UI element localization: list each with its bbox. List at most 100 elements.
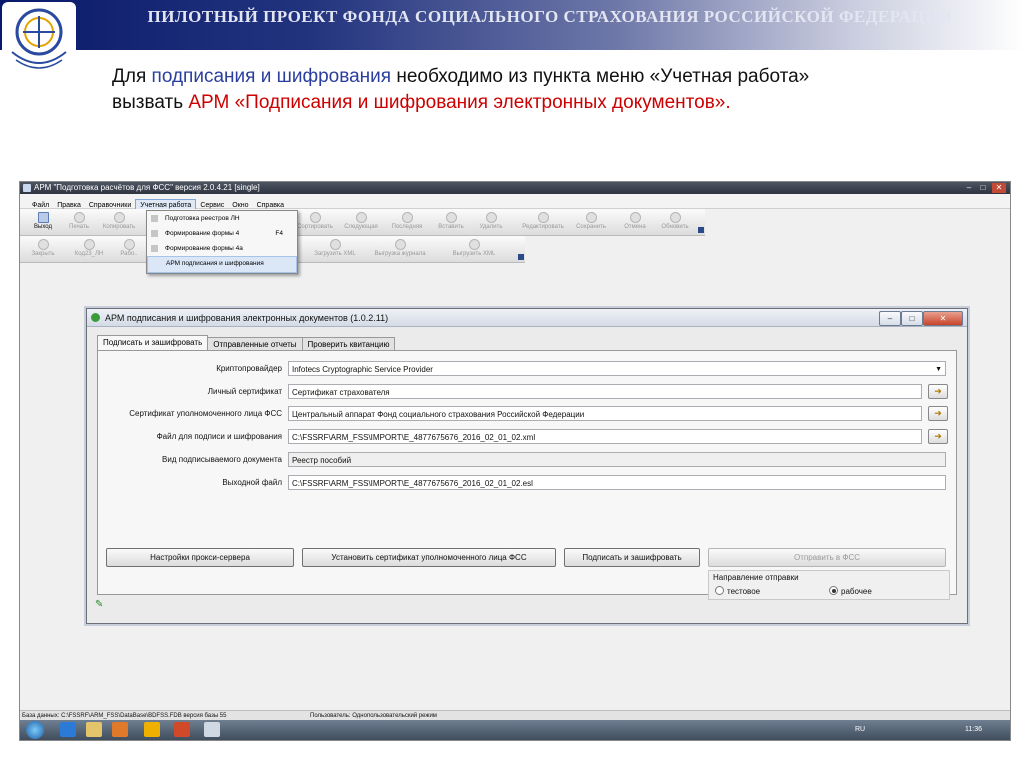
- print-icon: [73, 212, 85, 223]
- form4-shortcut: F4: [275, 230, 283, 237]
- toolbar-code23-button[interactable]: Код23_ЛН: [70, 238, 108, 260]
- toolbar-delete-button[interactable]: Удалить: [472, 211, 510, 233]
- tray-clock: 11:36: [965, 726, 982, 733]
- crypto-provider-select[interactable]: Infotecs Cryptographic Service Provider ▼: [288, 361, 946, 376]
- radio-production[interactable]: рабочее: [829, 586, 872, 596]
- fss-cert-label: Сертификат уполномоченного лица ФСС: [129, 409, 282, 418]
- instruction-arm-name: АРМ «Подписания и шифрования электронных…: [188, 92, 731, 113]
- personal-cert-browse-button[interactable]: ➜: [928, 384, 948, 399]
- fss-cert-browse-button[interactable]: ➜: [928, 406, 948, 421]
- next-icon: [355, 212, 367, 223]
- proxy-settings-button[interactable]: Настройки прокси-сервера: [106, 548, 294, 567]
- dialog-close-button[interactable]: ✕: [923, 311, 963, 326]
- doc-type-field: Реестр пособий: [288, 452, 946, 467]
- exit-icon: [37, 212, 49, 223]
- cancel-icon: [629, 212, 641, 223]
- personal-cert-label: Личный сертификат: [207, 387, 282, 396]
- instruction-part-1: Для: [112, 66, 152, 87]
- start-button[interactable]: [26, 721, 44, 739]
- slide-title: ПИЛОТНЫЙ ПРОЕКТ ФОНДА СОЦИАЛЬНОГО СТРАХО…: [147, 7, 953, 26]
- fss-logo: [2, 2, 76, 76]
- tray-language[interactable]: RU: [855, 720, 865, 740]
- firefox-icon[interactable]: [112, 722, 128, 737]
- personal-cert-field[interactable]: Сертификат страхователя: [288, 384, 922, 399]
- toolbar-cancel-button[interactable]: Отмена: [616, 211, 654, 233]
- registers-icon: [151, 215, 158, 222]
- toolbar-work-button[interactable]: Рабо..: [116, 238, 142, 260]
- toolbar-refresh-button[interactable]: Обновить: [656, 211, 694, 233]
- toolbar-edit-button[interactable]: Редактировать: [518, 211, 568, 233]
- export-xml-icon: [468, 239, 480, 250]
- sign-encrypt-button[interactable]: Подписать и зашифровать: [564, 548, 700, 567]
- dropdown-item-form4a[interactable]: Формирование формы 4а: [147, 241, 297, 256]
- radio-production-indicator: [829, 586, 838, 595]
- app-titlebar: АРМ "Подготовка расчётов для ФСС" версия…: [20, 182, 1010, 194]
- chevron-down-icon: ▼: [935, 366, 942, 373]
- app-icon: [23, 184, 31, 192]
- send-direction-group: Направление отправки тестовое рабочее: [708, 570, 950, 600]
- instruction-emphasis: подписания и шифрования: [151, 66, 392, 87]
- input-file-label: Файл для подписи и шифрования: [156, 432, 282, 441]
- save-icon: [585, 212, 597, 223]
- send-direction-label: Направление отправки: [713, 573, 799, 582]
- toolbar-load-xml-button[interactable]: Загрузить XML: [310, 238, 360, 260]
- doc-type-label: Вид подписываемого документа: [162, 455, 282, 464]
- toolbar-overflow-icon[interactable]: [698, 227, 704, 233]
- load-xml-icon: [329, 239, 341, 250]
- dropdown-item-ln-registers[interactable]: Подготовка реестров ЛН: [147, 211, 297, 226]
- dropdown-item-form4[interactable]: Формирование формы 4 F4: [147, 226, 297, 241]
- input-file-browse-button[interactable]: ➜: [928, 429, 948, 444]
- arm-signing-dialog: АРМ подписания и шифрования электронных …: [86, 308, 968, 624]
- windows-taskbar: RU 11:36: [20, 720, 1010, 740]
- fss-cert-field[interactable]: Центральный аппарат Фонд социального стр…: [288, 406, 922, 421]
- toolbar-next-button[interactable]: Следующая: [342, 211, 380, 233]
- app-fss-icon[interactable]: [144, 722, 160, 737]
- work-icon: [123, 239, 135, 250]
- send-to-fss-button[interactable]: Отправить в ФСС: [708, 548, 946, 567]
- code-icon: [83, 239, 95, 250]
- toolbar-exit-button[interactable]: Выход: [24, 211, 62, 233]
- sign-encrypt-panel: Криптопровайдер Infotecs Cryptographic S…: [97, 350, 957, 600]
- toolbar-export-xml-button[interactable]: Выгрузить XML: [446, 238, 502, 260]
- app-menubar: Файл Правка Справочники Учетная работа Серви…: [20, 194, 1010, 213]
- toolbar-print-button[interactable]: Печать: [60, 211, 98, 233]
- toolbar-insert-button[interactable]: Вставить: [432, 211, 470, 233]
- explorer-icon[interactable]: [86, 722, 102, 737]
- dialog-maximize-button[interactable]: □: [901, 311, 923, 326]
- input-file-field[interactable]: C:\FSSRF\ARM_FSS\IMPORT\E_4877675676_201…: [288, 429, 922, 444]
- edit-icon: [537, 212, 549, 223]
- toolbar-sort-button[interactable]: Сортировать: [296, 211, 334, 233]
- dropdown-item-arm-signing[interactable]: АРМ подписания и шифрования: [147, 256, 297, 273]
- main-toolbar: Выход Печать Копировать Сортировать След…: [20, 209, 705, 236]
- toolbar2-overflow-icon[interactable]: [518, 254, 524, 260]
- delete-icon: [485, 212, 497, 223]
- toolbar-last-button[interactable]: Последняя: [388, 211, 426, 233]
- slide-header: ПИЛОТНЫЙ ПРОЕКТ ФОНДА СОЦИАЛЬНОГО СТРАХО…: [0, 0, 1024, 50]
- install-fss-cert-button[interactable]: Установить сертификат уполномоченного ли…: [302, 548, 556, 567]
- copy-icon: [113, 212, 125, 223]
- arm-window-icon[interactable]: [204, 722, 220, 737]
- ie-icon[interactable]: [60, 722, 76, 737]
- toolbar-copy-button[interactable]: Копировать: [100, 211, 138, 233]
- output-file-field[interactable]: C:\FSSRF\ARM_FSS\IMPORT\E_4877675676_201…: [288, 475, 946, 490]
- crypto-provider-label: Криптопровайдер: [216, 364, 282, 373]
- powerpoint-icon[interactable]: [174, 722, 190, 737]
- toolbar-journal-export-button[interactable]: Выгрузка журнала: [370, 238, 430, 260]
- journal-icon: [394, 239, 406, 250]
- toolbar-save-button[interactable]: Сохранить: [572, 211, 610, 233]
- radio-test-indicator: [715, 586, 724, 595]
- dialog-title: АРМ подписания и шифрования электронных …: [105, 313, 389, 323]
- app-maximize-button[interactable]: □: [976, 183, 990, 193]
- form4a-icon: [151, 245, 158, 252]
- app-minimize-button[interactable]: –: [962, 183, 976, 193]
- radio-test[interactable]: тестовое: [715, 586, 760, 596]
- form4-icon: [151, 230, 158, 237]
- dialog-titlebar: АРМ подписания и шифрования электронных …: [87, 309, 967, 327]
- dialog-minimize-button[interactable]: –: [879, 311, 901, 326]
- dialog-tabs: Подписать и зашифровать Отправленные отче…: [97, 334, 396, 352]
- toolbar-close-button[interactable]: Закрыть: [24, 238, 62, 260]
- accounting-work-dropdown: Подготовка реестров ЛН Формирование форм…: [146, 210, 298, 274]
- slide-instruction: Для подписания и шифрования необходимо и…: [112, 64, 872, 116]
- app-close-button[interactable]: ✕: [992, 183, 1006, 193]
- dialog-status-icon: ✎: [95, 599, 104, 610]
